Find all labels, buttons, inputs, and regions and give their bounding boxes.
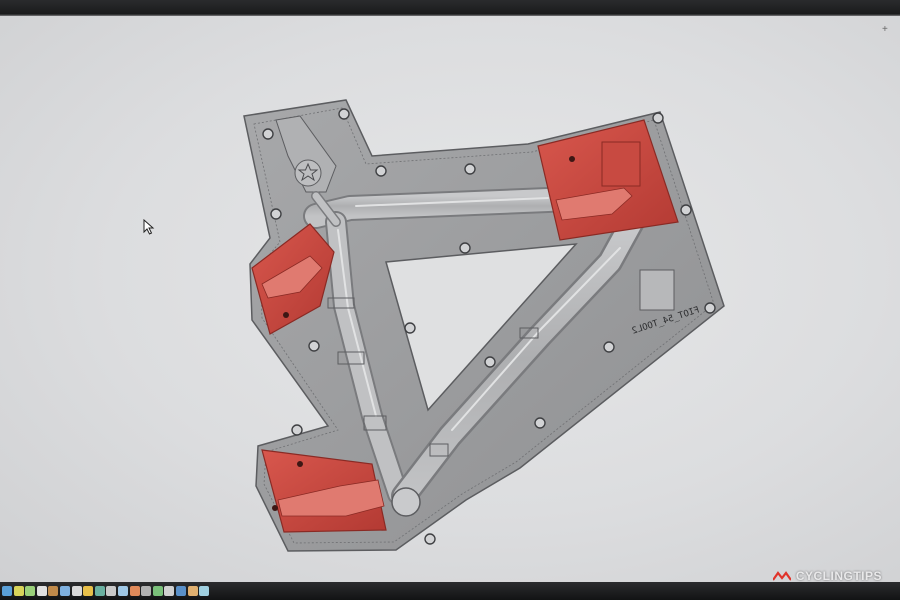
- toolbar-icon-17[interactable]: [187, 586, 198, 596]
- toolbar-icon-3[interactable]: [25, 586, 36, 596]
- toolbar-icon-9[interactable]: [94, 586, 105, 596]
- toolbar-icon-10[interactable]: [106, 586, 117, 596]
- right-pocket: [639, 269, 675, 311]
- toolbar-icon-18[interactable]: [199, 586, 210, 596]
- toolbar-icon-2[interactable]: [13, 586, 24, 596]
- toolbar-icon-15[interactable]: [164, 586, 175, 596]
- toolbar-icon-8[interactable]: [83, 586, 94, 596]
- toolbar-icon-4[interactable]: [36, 586, 47, 596]
- toolbar-icon-16[interactable]: [175, 586, 186, 596]
- cyclingtips-logo-icon: [772, 571, 791, 581]
- toolbar-icon-5[interactable]: [48, 586, 59, 596]
- toolbar-icon-14[interactable]: [152, 586, 163, 596]
- bottom-bracket: [391, 487, 421, 517]
- toolbar-icon-13[interactable]: [141, 586, 152, 596]
- toolbar-icon-11[interactable]: [117, 586, 128, 596]
- mouse-cursor-icon: [143, 219, 155, 235]
- toolbar-icon-7[interactable]: [71, 586, 82, 596]
- toolbar-icon-1[interactable]: [2, 586, 12, 596]
- toolbar-icon-12[interactable]: [129, 586, 140, 596]
- watermark-text: CYCLINGTIPS: [795, 569, 882, 583]
- viewport-corner-marker: +: [882, 24, 888, 35]
- toolbar-icon-6[interactable]: [59, 586, 70, 596]
- watermark: CYCLINGTIPS: [772, 568, 882, 584]
- cad-viewport[interactable]: FIOT_54_TOOL2 +: [0, 16, 900, 582]
- mold-tool-drawing[interactable]: FIOT_54_TOOL2: [0, 16, 900, 582]
- monitor-screen: FIOT_54_TOOL2 + CYCLINGTIPS: [0, 0, 900, 600]
- taskbar: [0, 582, 900, 600]
